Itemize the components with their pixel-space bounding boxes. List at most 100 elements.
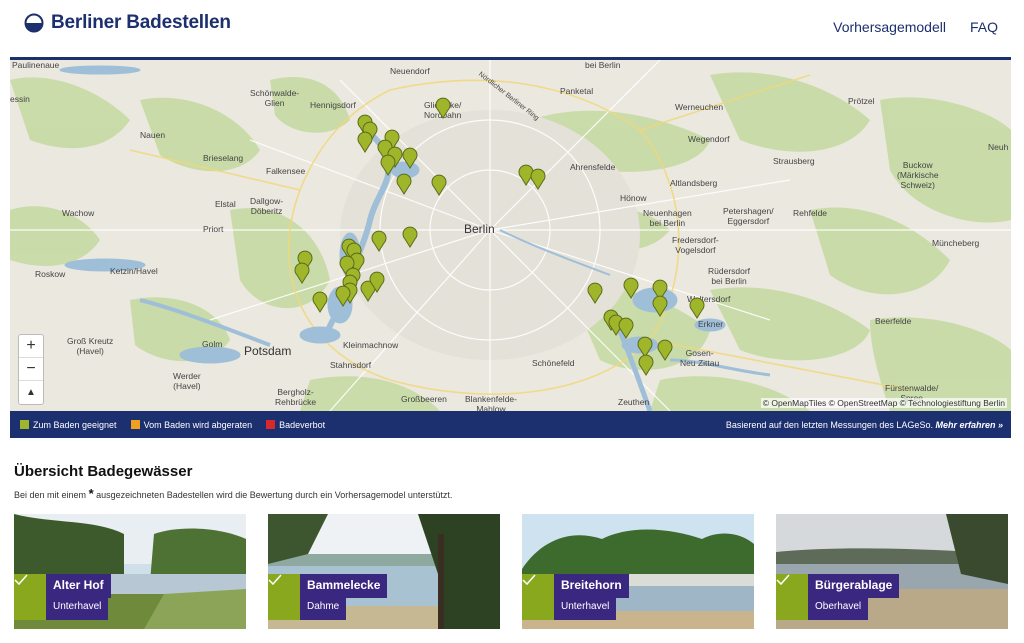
- overview-title: Übersicht Badegewässer: [14, 463, 193, 480]
- card-bammelecke[interactable]: Bammelecke Dahme: [268, 514, 500, 629]
- bathing-spot-marker[interactable]: [402, 226, 418, 248]
- bathing-spot-marker[interactable]: [294, 262, 310, 284]
- logo[interactable]: Berliner Badestellen: [24, 12, 231, 34]
- card-breitehorn[interactable]: Breitehorn Unterhavel: [522, 514, 754, 629]
- legend-item-suitable: Zum Baden geeignet: [20, 420, 117, 430]
- place-label: Panketal: [560, 86, 594, 96]
- place-label: Müncheberg: [932, 238, 980, 248]
- card-region: Oberhavel: [808, 598, 869, 620]
- legend-note: Basierend auf den letzten Messungen des …: [725, 420, 1003, 430]
- bathing-spot-marker[interactable]: [689, 297, 705, 319]
- map-attribution: © OpenMapTiles © OpenStreetMap © Technol…: [760, 398, 1007, 408]
- place-label: Berlin: [464, 222, 495, 236]
- place-label: essin: [10, 94, 30, 104]
- bathing-spot-marker[interactable]: [335, 285, 351, 307]
- legend-swatch-orange: [130, 420, 140, 429]
- place-label: Brieselang: [203, 153, 244, 163]
- place-label: Paulinenaue: [12, 60, 60, 70]
- place-label: Kleinmachnow: [343, 340, 399, 350]
- place-label: Golm: [202, 339, 223, 349]
- check-icon: [522, 574, 554, 620]
- bathing-spot-marker[interactable]: [618, 317, 634, 339]
- bathing-spot-marker[interactable]: [357, 131, 373, 153]
- card-name: Bürgerablage: [808, 574, 900, 598]
- place-label: Hennigsdorf: [310, 100, 356, 110]
- place-label: Hönow: [620, 193, 647, 203]
- place-label: Wachow: [62, 208, 95, 218]
- bathing-spot-marker[interactable]: [371, 230, 387, 252]
- card-name: Breitehorn: [554, 574, 629, 598]
- nav-faq[interactable]: FAQ: [970, 19, 998, 35]
- bathing-spot-marker[interactable]: [587, 282, 603, 304]
- legend-item-advised-against: Vom Baden wird abgeraten: [130, 420, 252, 430]
- place-label: Ahrensfelde: [570, 162, 616, 172]
- place-label: Altlandsberg: [670, 178, 718, 188]
- card-name: Bammelecke: [300, 574, 388, 598]
- check-icon: [776, 574, 808, 620]
- card-badge: Bammelecke Dahme: [268, 574, 388, 620]
- place-label: Rehfelde: [793, 208, 828, 218]
- card-name: Alter Hof: [46, 574, 111, 598]
- card-badge: Bürgerablage Oberhavel: [776, 574, 900, 620]
- place-label: Erkner: [698, 319, 724, 329]
- card-region: Unterhavel: [554, 598, 617, 620]
- mehr-erfahren-link[interactable]: Mehr erfahren »: [935, 420, 1003, 430]
- place-label: Neuh: [988, 142, 1009, 152]
- bathing-spot-marker[interactable]: [652, 295, 668, 317]
- nav-vorhersagemodell[interactable]: Vorhersagemodell: [833, 19, 946, 35]
- bathing-spot-marker[interactable]: [312, 291, 328, 313]
- main-nav: Vorhersagemodell FAQ: [833, 19, 998, 35]
- zoom-control: + − ▲: [18, 334, 44, 405]
- map-base: [10, 60, 1011, 411]
- bathing-spot-marker[interactable]: [431, 174, 447, 196]
- place-label: Zeuthen: [618, 397, 650, 407]
- card-buergerablage[interactable]: Bürgerablage Oberhavel: [776, 514, 1008, 629]
- place-label: Fredersdorf- Vogelsdorf: [672, 235, 719, 255]
- header: Berliner Badestellen Vorhersagemodell FA…: [0, 0, 1024, 57]
- legend-item-prohibited: Badeverbot: [266, 420, 325, 430]
- bathing-spot-marker[interactable]: [623, 277, 639, 299]
- place-label: Petershagen/Eggersdorf: [723, 206, 774, 226]
- card-alter-hof[interactable]: Alter Hof Unterhavel: [14, 514, 246, 629]
- place-label: Potsdam: [244, 344, 292, 358]
- place-label: Neuenhagen bei Berlin: [643, 208, 692, 228]
- bathing-spot-marker[interactable]: [530, 168, 546, 190]
- bathing-spot-marker[interactable]: [396, 173, 412, 195]
- place-label: Wegendorf: [688, 134, 730, 144]
- place-label: Priort: [203, 224, 224, 234]
- place-label: Prötzel: [848, 96, 875, 106]
- app-title: Berliner Badestellen: [51, 12, 231, 33]
- bathing-spot-marker[interactable]: [369, 271, 385, 293]
- place-label: Gosen- Neu Zittau: [680, 348, 720, 368]
- bathing-spot-marker[interactable]: [638, 354, 654, 376]
- place-label: Buckow (Märkische Schweiz): [897, 160, 939, 190]
- zoom-out-button[interactable]: −: [19, 358, 43, 381]
- card-region: Unterhavel: [46, 598, 109, 620]
- place-label: Roskow: [35, 269, 66, 279]
- card-badge: Breitehorn Unterhavel: [522, 574, 629, 620]
- star-icon: *: [88, 486, 94, 501]
- place-label: Werder (Havel): [173, 371, 201, 391]
- place-label: Schönefeld: [532, 358, 575, 368]
- bathing-spot-marker[interactable]: [402, 147, 418, 169]
- card-badge: Alter Hof Unterhavel: [14, 574, 111, 620]
- check-icon: [14, 574, 46, 620]
- place-label: Nauen: [140, 130, 166, 140]
- overview-subtitle: Bei den mit einem * ausgezeichneten Bade…: [14, 486, 453, 501]
- place-label: Schönwalde- Glien: [250, 88, 300, 108]
- legend-bar: Zum Baden geeignet Vom Baden wird abgera…: [10, 411, 1011, 438]
- bathing-spot-marker[interactable]: [380, 154, 396, 176]
- place-label: Blankenfelde- Mahlow: [465, 394, 517, 411]
- bathing-spot-marker[interactable]: [435, 97, 451, 119]
- bathing-spot-marker[interactable]: [657, 339, 673, 361]
- check-icon: [268, 574, 300, 620]
- place-label: Dallgow- Döberitz: [250, 196, 284, 216]
- place-label: Rüdersdorf bei Berlin: [708, 266, 751, 286]
- place-label: Groß Kreutz (Havel): [67, 336, 114, 356]
- place-label: Großbeeren: [401, 394, 447, 404]
- compass-button[interactable]: ▲: [19, 381, 43, 404]
- map[interactable]: Paulinenaue Neuendorf Nördlicher Berliner …: [10, 57, 1011, 411]
- logo-icon: [24, 13, 44, 33]
- zoom-in-button[interactable]: +: [19, 335, 43, 358]
- place-label: Neuendorf: [390, 66, 430, 76]
